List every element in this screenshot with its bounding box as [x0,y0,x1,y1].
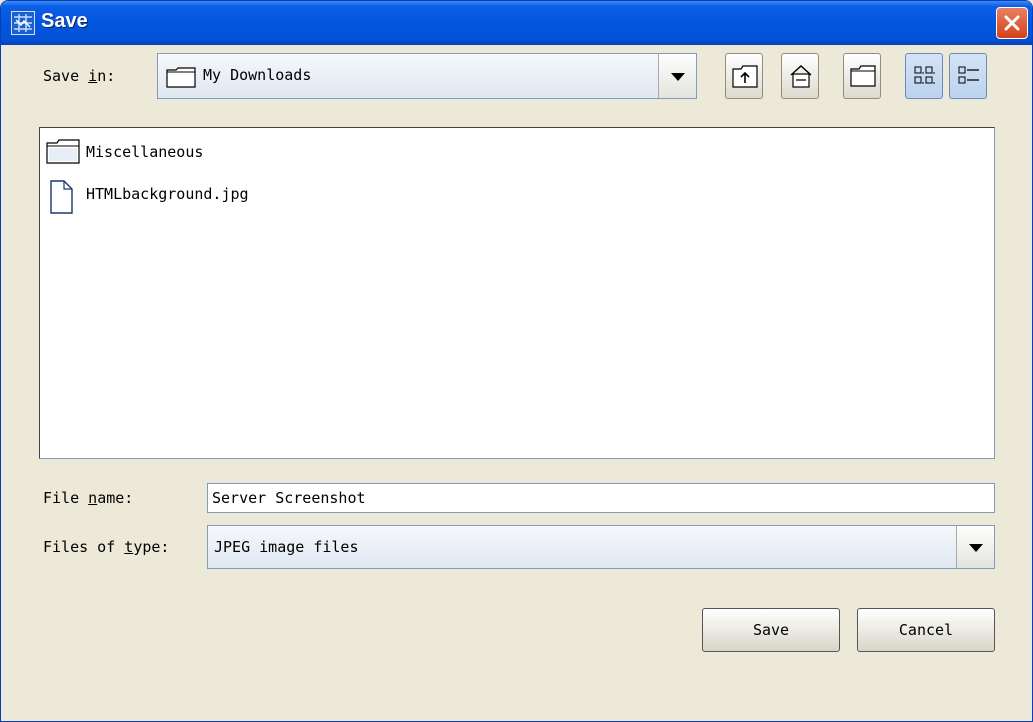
file-type-label: Files of type: [43,538,170,556]
new-folder-icon [850,65,876,87]
chevron-down-icon [968,544,983,552]
file-type-value: JPEG image files [214,538,359,556]
up-folder-button[interactable] [725,53,763,99]
file-name-label: File name: [43,489,134,507]
file-list[interactable]: Miscellaneous HTMLbackground.jpg [39,127,995,459]
list-item-label: Miscellaneous [86,143,204,161]
list-item-label: HTMLbackground.jpg [86,185,249,203]
file-type-dropdown-arrow[interactable] [956,526,994,568]
close-icon [1004,15,1020,31]
app-icon [11,11,35,35]
cancel-button[interactable]: Cancel [857,608,995,652]
file-name-input[interactable] [207,483,995,513]
folder-icon [166,67,196,88]
home-icon [790,65,812,88]
home-button[interactable] [781,53,819,99]
title-bar[interactable]: Save [1,1,1032,45]
save-button[interactable]: Save [702,608,840,652]
save-dialog: Save Save in: My Downloads Miscellaneous… [0,0,1033,722]
up-folder-icon [732,65,758,88]
details-view-button[interactable] [949,53,987,99]
chevron-down-icon [670,73,685,81]
new-folder-button[interactable] [843,53,881,99]
save-in-label: Save in: [43,67,116,85]
list-view-button[interactable] [905,53,943,99]
folder-icon [46,139,80,164]
close-button[interactable] [996,7,1028,39]
details-view-icon [958,66,979,84]
list-view-icon [914,66,935,84]
file-type-dropdown[interactable]: JPEG image files [207,525,995,569]
file-icon [50,180,73,214]
window-title: Save [41,10,88,32]
save-in-dropdown-arrow[interactable] [658,54,696,98]
save-in-value: My Downloads [203,66,312,84]
save-in-dropdown[interactable]: My Downloads [157,53,697,99]
